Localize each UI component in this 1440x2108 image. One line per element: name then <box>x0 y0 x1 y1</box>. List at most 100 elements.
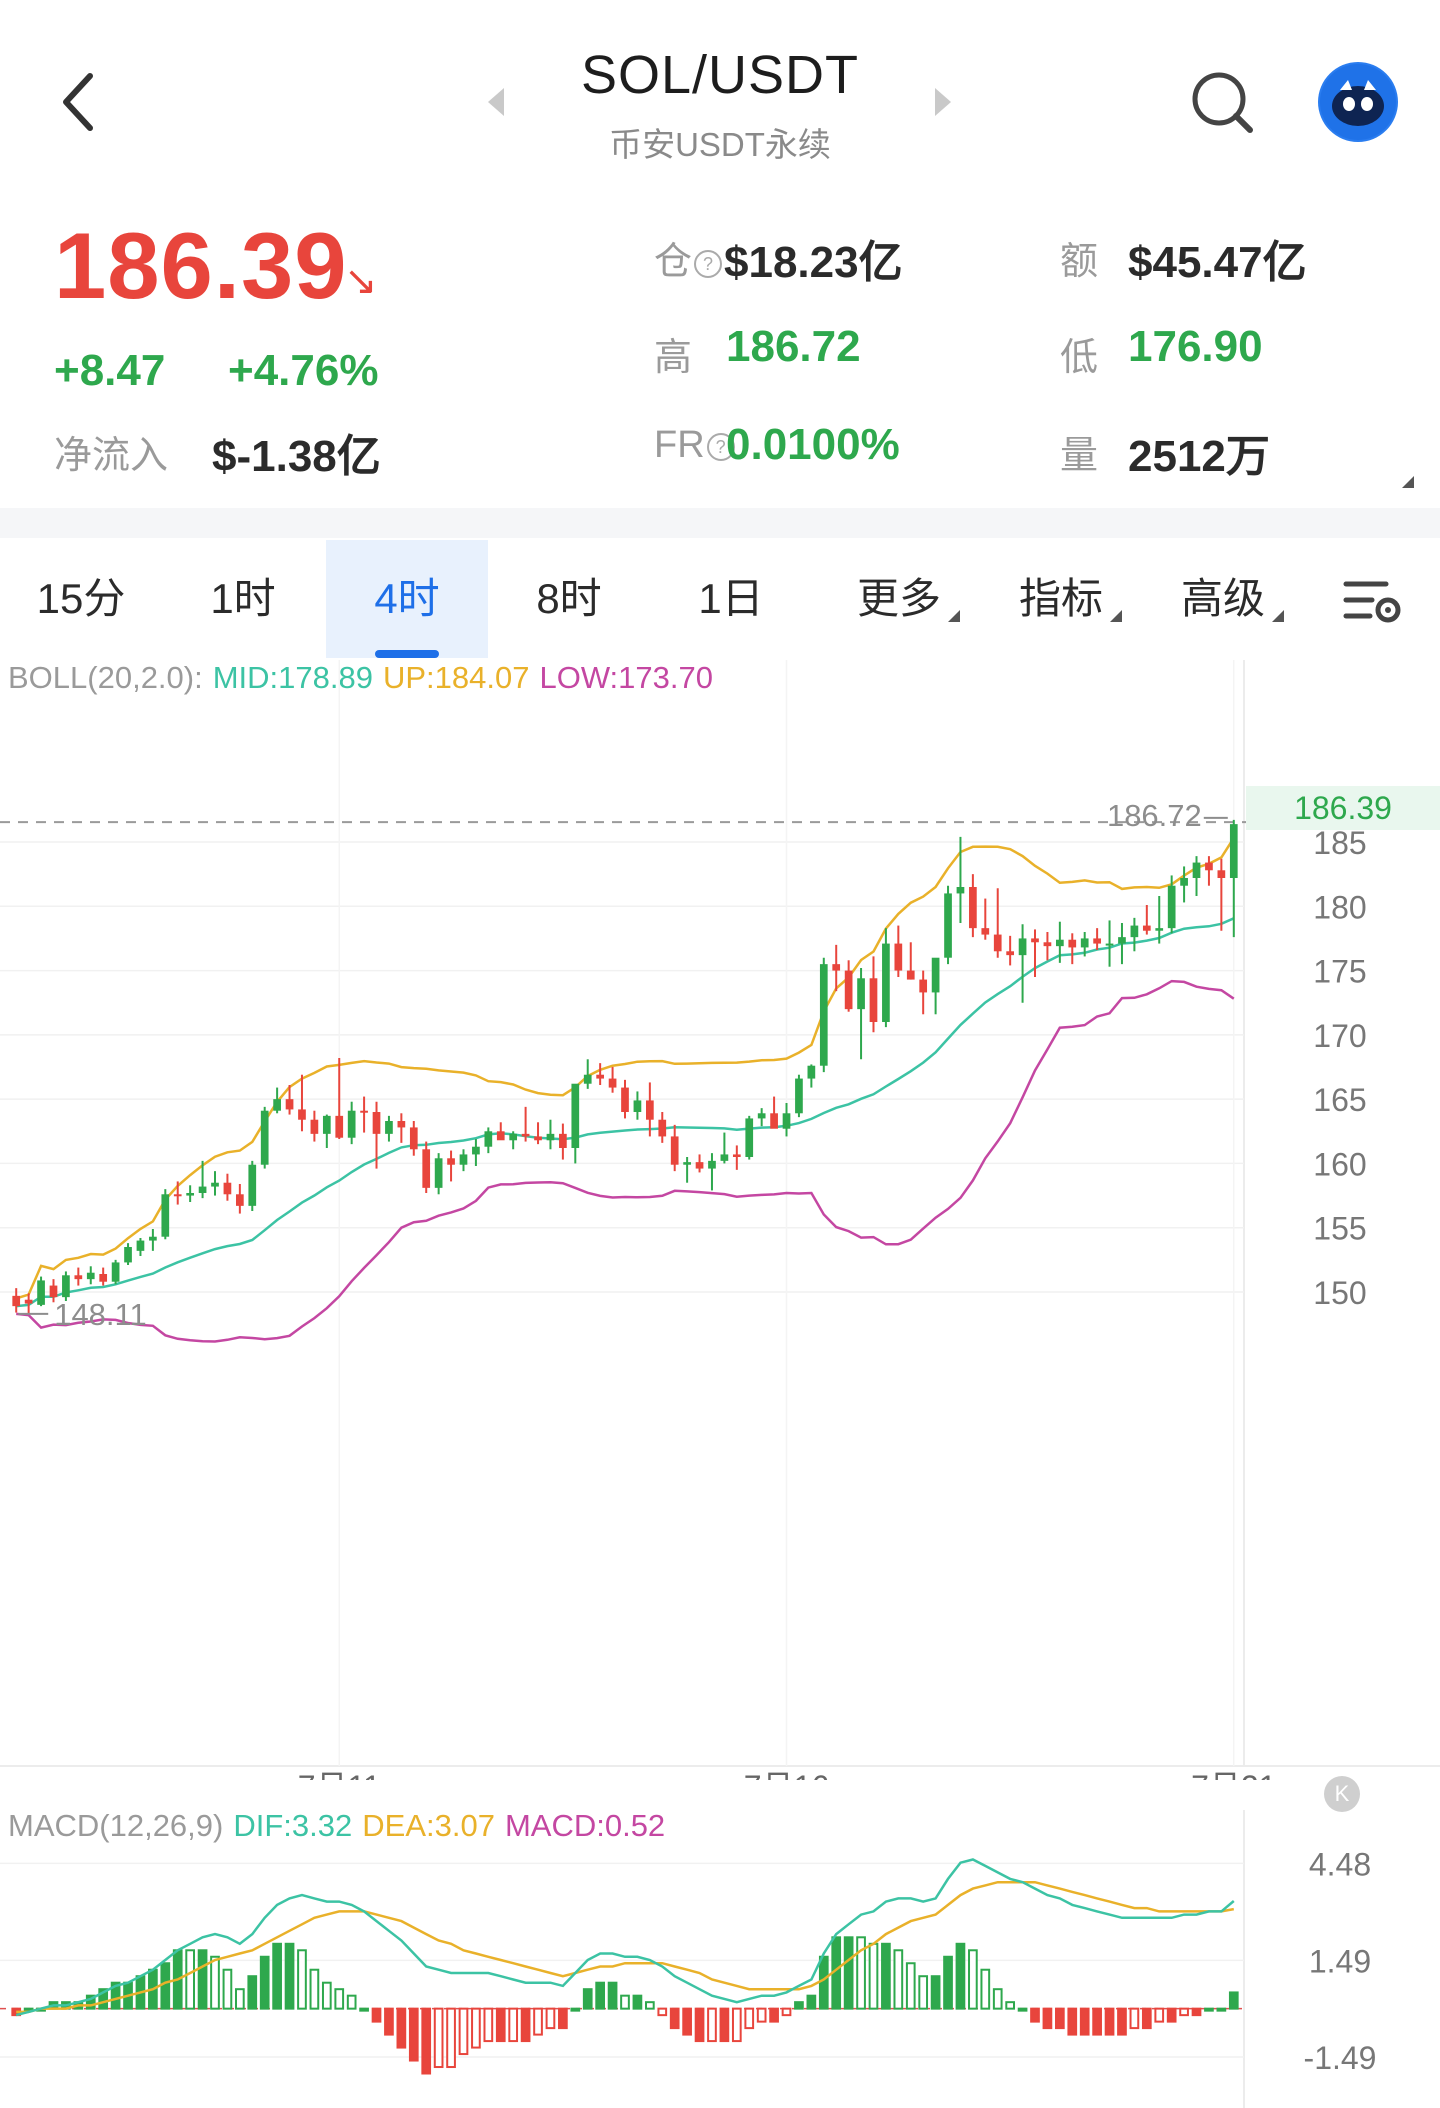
macd-histogram-bar <box>508 2007 519 2043</box>
macd-histogram-bar <box>1054 2007 1065 2030</box>
high-value: 186.72 <box>726 322 861 371</box>
candle-body <box>1093 938 1101 944</box>
macd-histogram-bar <box>756 2007 767 2023</box>
candle-body <box>832 964 841 971</box>
tab-more[interactable]: 更多 <box>818 540 980 658</box>
candle-body <box>99 1274 108 1282</box>
macd-histogram-bar <box>234 1988 245 2010</box>
macd-histogram-bar <box>968 1949 978 2010</box>
macd-histogram-bar <box>421 2007 432 2075</box>
candle-body <box>434 1158 443 1188</box>
candle-body <box>248 1164 257 1206</box>
macd-histogram-bar <box>868 1942 879 2010</box>
candle-body <box>111 1262 120 1282</box>
candle-body <box>37 1280 45 1305</box>
macd-histogram-bar <box>247 1975 258 2010</box>
candle-body <box>1155 928 1164 931</box>
last-price: 186.39 <box>54 213 348 318</box>
candle-body <box>447 1158 455 1165</box>
candle-body <box>931 957 940 993</box>
y-tick-label: 155 <box>1313 1211 1366 1247</box>
macd-histogram-bar <box>707 2007 717 2043</box>
tab-8h[interactable]: 8时 <box>488 540 650 658</box>
macd-histogram-bar <box>1104 2007 1115 2036</box>
price-down-arrow-icon: ↘ <box>344 259 378 303</box>
candle-body <box>273 1099 281 1111</box>
candle-body <box>372 1112 381 1134</box>
macd-histogram-bar <box>446 2007 456 2069</box>
low-marker-label: 148.11 <box>54 1297 147 1332</box>
macd-histogram-bar <box>1129 2007 1140 2030</box>
candle-body <box>683 1162 691 1165</box>
section-divider <box>0 508 1440 538</box>
candle-body <box>149 1236 157 1241</box>
chart-settings-icon[interactable] <box>1342 576 1404 626</box>
macd-histogram-bar <box>533 2007 543 2036</box>
candle-body <box>633 1100 642 1112</box>
macd-histogram-bar <box>471 2007 481 2049</box>
tab-4h[interactable]: 4时 <box>326 540 488 658</box>
candle-body <box>559 1133 567 1148</box>
macd-chart[interactable]: 4.48 1.49 -1.49 <box>0 1810 1440 2108</box>
y-tick-label: 180 <box>1313 889 1366 925</box>
low-value: 176.90 <box>1128 322 1263 371</box>
expand-corner-icon[interactable] <box>1402 476 1414 488</box>
tab-1d[interactable]: 1日 <box>650 540 812 658</box>
candle-body <box>894 943 903 971</box>
dropdown-corner-icon <box>1272 610 1284 622</box>
macd-histogram-bar <box>396 2007 407 2049</box>
tab-indicators[interactable]: 指标 <box>980 540 1142 658</box>
candle-body <box>397 1121 406 1128</box>
candle-body <box>211 1182 219 1187</box>
y-tick-label: 185 <box>1313 825 1366 861</box>
chart-k-button[interactable]: K <box>1324 1776 1360 1812</box>
macd-histogram-bar <box>334 1988 345 2010</box>
macd-histogram-bar <box>881 1942 891 2010</box>
candle-body <box>24 1299 33 1304</box>
macd-histogram-bar <box>669 2007 680 2030</box>
macd-histogram-bar <box>644 2001 655 2010</box>
candle-body <box>608 1078 617 1088</box>
macd-histogram-bar <box>719 2007 730 2043</box>
macd-histogram-bar <box>1092 2007 1102 2036</box>
candle-body <box>1130 925 1139 938</box>
candle-body <box>670 1136 679 1165</box>
candle-body <box>1118 937 1126 944</box>
tab-15m[interactable]: 15分 <box>0 540 162 658</box>
candle-body <box>1167 885 1176 929</box>
price-change: +8.47 <box>54 346 166 395</box>
macd-histogram-bar <box>433 2007 444 2069</box>
netflow-value: $-1.38亿 <box>212 432 381 481</box>
assistant-avatar-icon[interactable] <box>1318 62 1398 142</box>
x-tick-label: 7月11 <box>298 1769 381 1780</box>
netflow-label: 净流入 <box>54 435 169 477</box>
funding-rate-value: 0.0100% <box>726 420 900 469</box>
candle-body <box>62 1275 70 1298</box>
volume-label: 量 <box>1060 435 1099 477</box>
macd-histogram-bar <box>1079 2007 1090 2036</box>
candle-body <box>720 1154 729 1161</box>
y-tick-label: 160 <box>1313 1146 1366 1182</box>
tab-advanced[interactable]: 高级 <box>1142 540 1304 658</box>
y-tick-label: 175 <box>1313 954 1366 990</box>
candlestick-chart[interactable]: 185 180 175 170 165 160 155 150 7月11 7月16 7月21 186.… <box>0 660 1440 1780</box>
tab-1h[interactable]: 1时 <box>162 540 324 658</box>
candle-body <box>658 1119 667 1137</box>
candle-body <box>844 970 853 1010</box>
candle-body <box>385 1121 393 1134</box>
candle-body <box>695 1162 704 1169</box>
candle-body <box>472 1146 480 1155</box>
macd-histogram-bar <box>160 1962 171 2010</box>
candle-body <box>322 1115 331 1134</box>
search-icon[interactable] <box>1190 70 1256 136</box>
candle-body <box>993 934 1002 952</box>
info-icon[interactable]: ? <box>694 249 723 278</box>
volume-value: 2512万 <box>1128 432 1270 481</box>
next-pair-icon[interactable] <box>935 88 951 116</box>
macd-histogram-bar <box>905 1962 916 2010</box>
macd-histogram-bar <box>769 2007 779 2023</box>
candle-body <box>708 1160 716 1169</box>
candle-body <box>1006 951 1015 956</box>
funding-rate-label: FR <box>654 424 705 466</box>
candle-body <box>1068 939 1077 948</box>
